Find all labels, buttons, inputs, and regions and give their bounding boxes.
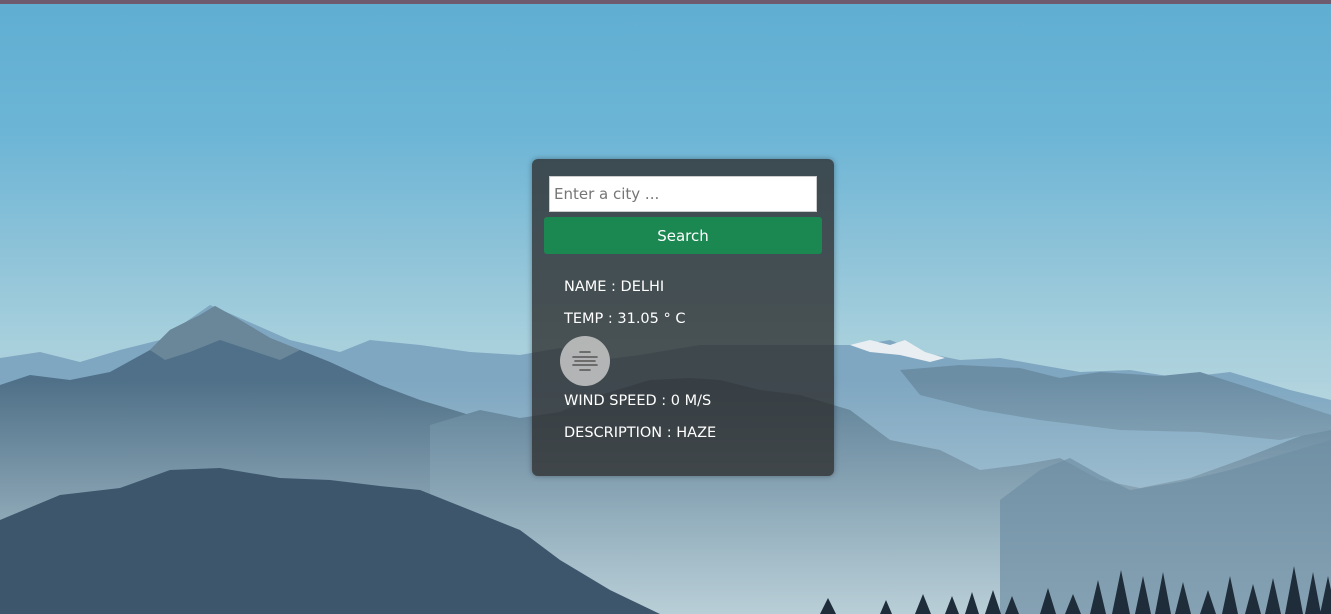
city-search-input[interactable]: [549, 176, 817, 212]
temperature-text: TEMP : 31.05 ° C: [564, 311, 686, 327]
search-button[interactable]: Search: [544, 217, 822, 254]
weather-app-page: Search NAME : DELHI TEMP : 31.05 ° C WIN…: [0, 0, 1331, 614]
description-text: DESCRIPTION : HAZE: [564, 425, 717, 441]
weather-card: Search NAME : DELHI TEMP : 31.05 ° C WIN…: [532, 159, 834, 476]
wind-speed-text: WIND SPEED : 0 M/S: [564, 393, 712, 409]
haze-icon: [560, 336, 610, 386]
city-name-text: NAME : DELHI: [564, 279, 665, 295]
